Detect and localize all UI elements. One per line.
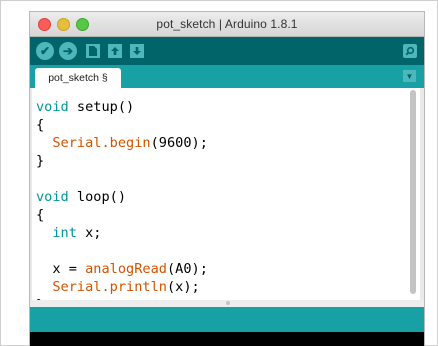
save-sketch-button[interactable] [130, 44, 144, 58]
code-line: { [36, 117, 45, 133]
code-text: x = [36, 261, 86, 277]
toolbar: ✔ ➔ [30, 37, 424, 65]
code-line: int x; [36, 223, 102, 243]
arrow-right-icon: ➔ [62, 44, 74, 58]
code-function: Serial.begin [52, 135, 151, 151]
output-console [30, 332, 424, 346]
code-line: void loop() [36, 187, 126, 207]
title-bar: pot_sketch | Arduino 1.8.1 [30, 12, 424, 37]
magnifier-icon [405, 46, 415, 56]
code-line: void setup() [36, 97, 134, 117]
code-line: Serial.println(x); [36, 277, 200, 297]
code-text: x; [76, 225, 102, 241]
code-line: Serial.begin(9600); [36, 133, 208, 153]
console-resize-handle[interactable] [30, 300, 424, 307]
code-line: x = analogRead(A0); [36, 259, 208, 279]
editor-scrollbar[interactable] [409, 90, 417, 296]
code-text: (A0); [166, 261, 208, 277]
serial-monitor-button[interactable] [403, 44, 417, 58]
code-text: (x); [166, 279, 200, 295]
verify-button[interactable]: ✔ [36, 42, 54, 60]
check-icon: ✔ [39, 44, 51, 58]
code-keyword: void [36, 99, 69, 115]
code-line: } [36, 153, 45, 169]
window-title: pot_sketch | Arduino 1.8.1 [156, 17, 298, 31]
open-sketch-button[interactable] [108, 44, 122, 58]
new-sketch-button[interactable] [86, 44, 100, 58]
scrollbar-thumb[interactable] [410, 90, 416, 294]
status-bar [30, 307, 424, 332]
code-function: Serial.println [52, 279, 167, 295]
code-text: loop() [68, 189, 127, 205]
code-line: { [36, 207, 45, 223]
code-text: setup() [68, 99, 135, 115]
triangle-down-icon: ▼ [405, 71, 414, 81]
code-function: analogRead [85, 261, 167, 277]
arduino-window: pot_sketch | Arduino 1.8.1 ✔ ➔ pot_sketc… [30, 12, 424, 346]
code-keyword: void [36, 189, 69, 205]
tab-menu-button[interactable]: ▼ [403, 70, 416, 82]
tab-pot-sketch[interactable]: pot_sketch § [35, 68, 121, 88]
code-editor[interactable]: void setup() { Serial.begin(9600); } voi… [32, 88, 420, 313]
document-icon [89, 46, 97, 56]
tab-bar: pot_sketch § ▼ [30, 65, 424, 88]
upload-button[interactable]: ➔ [59, 42, 77, 60]
arrow-up-icon [111, 47, 119, 55]
arrow-down-icon [133, 47, 141, 55]
code-text: (9600); [150, 135, 208, 151]
code-keyword: int [52, 225, 77, 241]
grip-dot-icon [226, 301, 230, 305]
